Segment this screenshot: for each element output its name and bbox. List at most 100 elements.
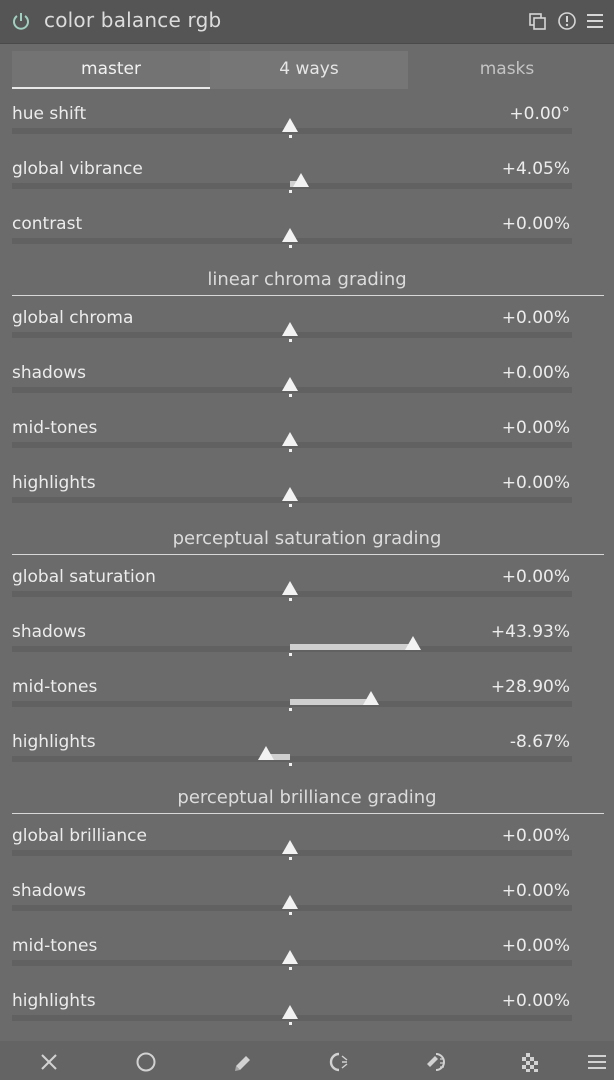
reset-icon[interactable] [557,11,577,31]
slider-label: global saturation [12,567,156,587]
slider-zero-marker [289,339,292,342]
slider-value[interactable]: +4.05% [502,159,570,179]
slider-fill [290,699,371,705]
mask-off-icon[interactable] [38,1051,60,1073]
section-perceptual-brilliance-grading: perceptual brilliance grading [0,787,614,814]
tab-4-ways[interactable]: 4 ways [210,51,408,89]
section-title: perceptual brilliance grading [177,787,437,808]
slider-label: hue shift [12,104,87,124]
slider-label: shadows [12,881,87,901]
slider-global-chroma[interactable]: global chroma +0.00% [0,308,614,363]
slider-label: highlights [12,732,96,752]
section-divider [12,295,604,296]
slider-value[interactable]: +0.00% [502,567,570,587]
slider-value[interactable]: +0.00% [502,936,570,956]
slider-saturation-highlights[interactable]: highlights -8.67% [0,732,614,787]
slider-label: global vibrance [12,159,143,179]
slider-label: mid-tones [12,677,98,697]
slider-fill [290,644,413,650]
raster-mask-icon[interactable] [519,1051,541,1073]
drawn-parametric-mask-icon[interactable] [424,1051,446,1073]
slider-chroma-highlights[interactable]: highlights +0.00% [0,473,614,528]
slider-zero-marker [289,967,292,970]
slider-label: highlights [12,991,96,1011]
tab-masks[interactable]: masks [408,51,606,89]
slider-handle[interactable] [282,950,298,964]
slider-label: mid-tones [12,418,98,438]
slider-value[interactable]: +0.00% [502,473,570,493]
slider-handle[interactable] [257,746,274,760]
slider-zero-marker [289,912,292,915]
slider-saturation-shadows[interactable]: shadows +43.93% [0,622,614,677]
slider-value[interactable]: +43.93% [491,622,570,642]
slider-label: shadows [12,622,87,642]
slider-zero-marker [289,1022,292,1025]
slider-handle[interactable] [282,895,298,909]
power-icon[interactable] [11,11,31,31]
drawn-mask-icon[interactable] [232,1051,254,1073]
slider-value[interactable]: +0.00% [502,826,570,846]
slider-handle[interactable] [293,173,310,187]
slider-value[interactable]: +0.00% [502,881,570,901]
slider-brilliance-shadows[interactable]: shadows +0.00% [0,881,614,936]
slider-saturation-mid-tones[interactable]: mid-tones +28.90% [0,677,614,732]
presets-menu-icon[interactable] [585,11,605,31]
slider-zero-marker [289,708,292,711]
uniform-mask-icon[interactable] [135,1051,157,1073]
slider-track[interactable] [12,756,572,762]
slider-zero-marker [289,394,292,397]
slider-global-vibrance[interactable]: global vibrance +4.05% [0,159,614,214]
slider-brilliance-highlights[interactable]: highlights +0.00% [0,991,614,1046]
slider-zero-marker [289,135,292,138]
slider-zero-marker [289,504,292,507]
slider-value[interactable]: -8.67% [510,732,570,752]
slider-zero-marker [289,763,292,766]
slider-chroma-shadows[interactable]: shadows +0.00% [0,363,614,418]
slider-value[interactable]: +0.00° [509,104,570,124]
tab-master[interactable]: master [12,51,210,89]
section-title: linear chroma grading [207,269,407,290]
slider-hue-shift[interactable]: hue shift +0.00° [0,104,614,159]
blend-mode-toolbar [0,1041,614,1080]
slider-label: global chroma [12,308,134,328]
parametric-mask-icon[interactable] [329,1051,351,1073]
slider-handle[interactable] [282,840,298,854]
slider-value[interactable]: +28.90% [491,677,570,697]
slider-zero-marker [289,857,292,860]
slider-value[interactable]: +0.00% [502,308,570,328]
slider-label: highlights [12,473,96,493]
slider-chroma-mid-tones[interactable]: mid-tones +0.00% [0,418,614,473]
section-perceptual-saturation-grading: perceptual saturation grading [0,528,614,555]
slider-value[interactable]: +0.00% [502,991,570,1011]
slider-value[interactable]: +0.00% [502,418,570,438]
slider-global-brilliance[interactable]: global brilliance +0.00% [0,826,614,881]
slider-handle[interactable] [282,487,298,501]
slider-handle[interactable] [282,228,298,242]
section-divider [12,554,604,555]
slider-handle[interactable] [282,322,298,336]
slider-label: mid-tones [12,936,98,956]
slider-value[interactable]: +0.00% [502,363,570,383]
blend-menu-icon[interactable] [586,1051,608,1073]
slider-handle[interactable] [282,581,298,595]
slider-label: shadows [12,363,87,383]
slider-handle[interactable] [282,377,298,391]
slider-handle[interactable] [362,691,379,705]
slider-handle[interactable] [405,636,421,650]
slider-value[interactable]: +0.00% [502,214,570,234]
slider-handle[interactable] [282,432,298,446]
tab-bar: master 4 ways masks [12,51,606,89]
slider-brilliance-mid-tones[interactable]: mid-tones +0.00% [0,936,614,991]
section-title: perceptual saturation grading [172,528,442,549]
slider-zero-marker [289,245,292,248]
module-title: color balance rgb [44,8,222,32]
slider-label: global brilliance [12,826,147,846]
multi-instance-icon[interactable] [528,11,548,31]
slider-zero-marker [289,449,292,452]
slider-zero-marker [289,598,292,601]
slider-handle[interactable] [282,1005,298,1019]
slider-contrast[interactable]: contrast +0.00% [0,214,614,269]
slider-global-saturation[interactable]: global saturation +0.00% [0,567,614,622]
section-linear-chroma-grading: linear chroma grading [0,269,614,296]
slider-handle[interactable] [282,118,298,132]
